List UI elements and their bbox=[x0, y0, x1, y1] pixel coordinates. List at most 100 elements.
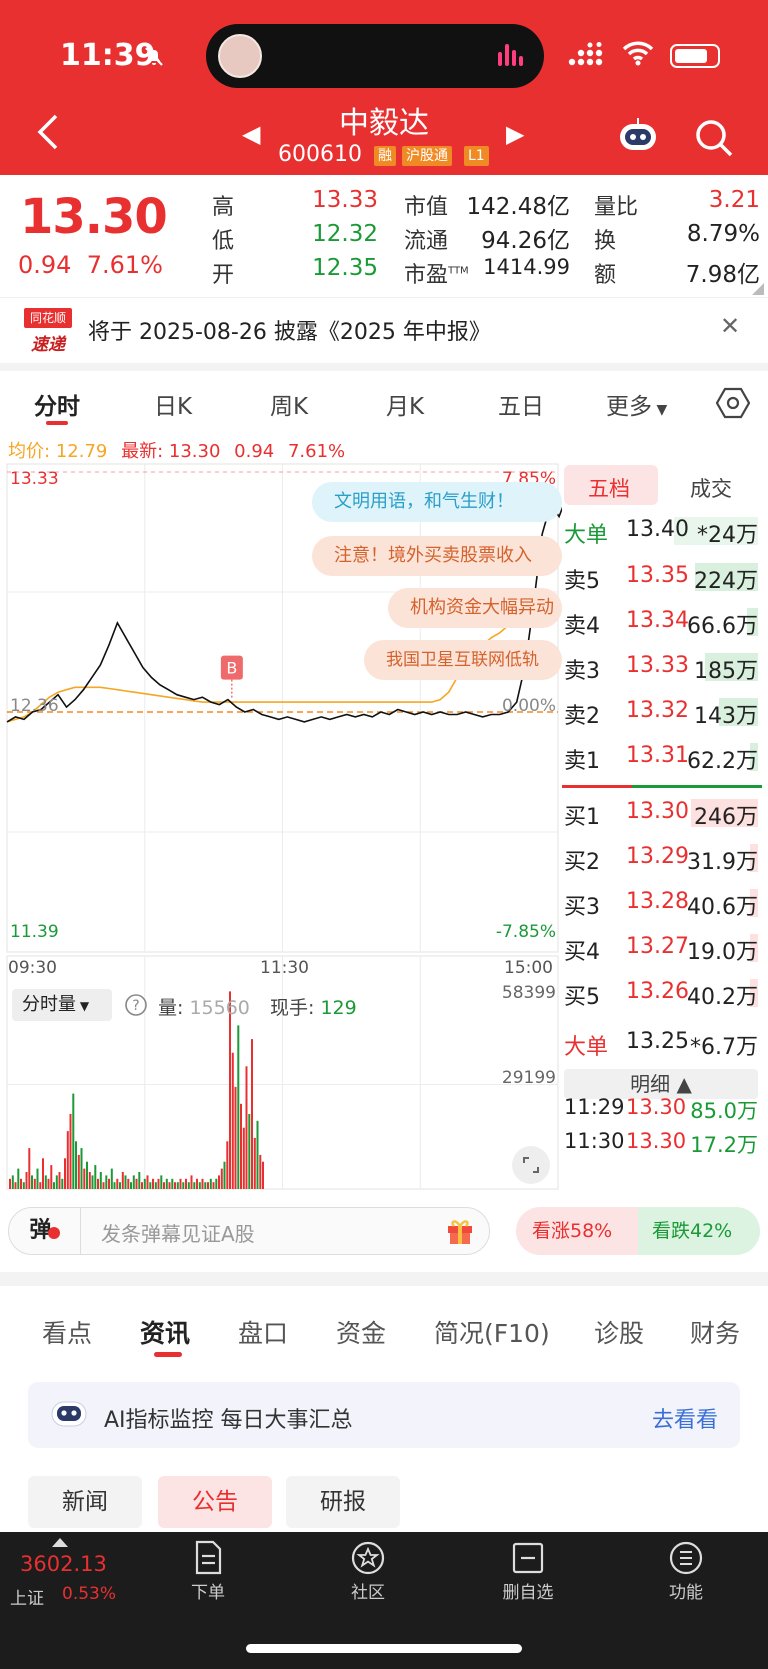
subtab-research[interactable]: 研报 bbox=[286, 1476, 400, 1528]
stat-high-label: 高 bbox=[212, 195, 235, 220]
audio-bars-icon bbox=[498, 44, 523, 66]
tab-five-level[interactable]: 五档 bbox=[588, 473, 630, 503]
danmu-input[interactable]: 弹 发条弹幕见证A股 bbox=[8, 1207, 490, 1255]
spread-bar-red bbox=[562, 785, 632, 788]
tab-intraday[interactable]: 分时 bbox=[34, 387, 80, 421]
tab-weekly-k[interactable]: 周K bbox=[270, 387, 308, 421]
vote-bearish-button[interactable]: 看跌42% bbox=[638, 1207, 760, 1255]
announcement-bar[interactable]: 同花顺 速递 将于 2025-08-26 披露《2025 年中报》 ✕ bbox=[0, 297, 768, 363]
x-label-noon: 11:30 bbox=[260, 958, 309, 978]
nav-community[interactable]: 社区 bbox=[318, 1538, 418, 1603]
volume-bar bbox=[262, 1161, 264, 1189]
volume-bar bbox=[187, 1182, 190, 1189]
big-order-sell-row: 大单 13.40 *24万 bbox=[564, 517, 758, 548]
tab-diagnosis[interactable]: 诊股 bbox=[594, 1314, 644, 1350]
volume-bar bbox=[171, 1178, 174, 1189]
y-label-mid: 12.36 bbox=[10, 696, 59, 716]
tab-profile-f10[interactable]: 简况(F10) bbox=[434, 1314, 550, 1350]
volume-bar bbox=[209, 1178, 212, 1189]
robot-assistant-icon[interactable] bbox=[616, 118, 660, 154]
volume-layer bbox=[9, 991, 264, 1189]
danmu-toggle-button[interactable]: 弹 bbox=[9, 1208, 81, 1254]
tab-monthly-k[interactable]: 月K bbox=[386, 387, 424, 421]
volume-bar bbox=[64, 1158, 66, 1189]
nav-remove-watchlist[interactable]: 删自选 bbox=[478, 1538, 578, 1603]
volume-bar bbox=[36, 1168, 39, 1189]
volume-bar bbox=[256, 1120, 259, 1189]
danmu-bubble[interactable]: 文明用语，和气生财！ bbox=[312, 482, 562, 522]
index-value[interactable]: 3602.13 bbox=[20, 1552, 107, 1576]
volume-bar bbox=[154, 1182, 157, 1189]
danmu-bubble[interactable]: 注意！境外买卖股票收入 bbox=[312, 536, 562, 576]
svg-text:?: ? bbox=[132, 998, 139, 1014]
y-right-bottom: -7.85% bbox=[495, 922, 556, 942]
volume-bar bbox=[116, 1178, 119, 1189]
y-label-top: 13.33 bbox=[10, 469, 59, 489]
tab-orderbook[interactable]: 盘口 bbox=[238, 1314, 288, 1350]
volume-bar bbox=[28, 1148, 31, 1189]
section-divider bbox=[0, 1272, 768, 1286]
volume-bar bbox=[42, 1158, 44, 1189]
next-stock-button[interactable]: ▶ bbox=[506, 120, 524, 148]
home-indicator bbox=[246, 1644, 522, 1653]
fullscreen-button[interactable] bbox=[512, 1146, 550, 1184]
search-icon[interactable] bbox=[694, 118, 734, 158]
subtab-announcements[interactable]: 公告 bbox=[158, 1476, 272, 1528]
bid-row: 买3 13.28 40.6万 bbox=[564, 889, 758, 920]
volume-bar bbox=[53, 1182, 55, 1189]
ai-go-link[interactable]: 去看看 bbox=[652, 1402, 718, 1434]
volume-bar bbox=[259, 1154, 262, 1189]
volume-bar bbox=[130, 1182, 132, 1189]
volume-bar bbox=[80, 1148, 83, 1189]
danmu-bubble[interactable]: 机构资金大幅异动 bbox=[388, 588, 562, 628]
announcement-text: 将于 2025-08-26 披露《2025 年中报》 bbox=[88, 320, 491, 345]
nav-functions[interactable]: 功能 bbox=[636, 1538, 736, 1603]
vote-bullish-button[interactable]: 看涨58% bbox=[516, 1207, 638, 1255]
ths-logo: 同花顺 速递 bbox=[24, 308, 72, 355]
tab-more[interactable]: 更多 ▼ bbox=[606, 387, 667, 421]
close-icon[interactable]: ✕ bbox=[720, 312, 740, 340]
ask-row: 卖2 13.32 143万 bbox=[564, 698, 758, 729]
volume-label: 量: 15560 bbox=[158, 997, 250, 1019]
tab-news[interactable]: 资讯 bbox=[140, 1314, 190, 1350]
volume-bar bbox=[240, 1103, 242, 1189]
danmu-bubble[interactable]: 我国卫星互联网低轨 bbox=[364, 640, 562, 680]
settings-hexagon-icon[interactable] bbox=[716, 387, 750, 419]
tab-trades[interactable]: 成交 bbox=[690, 473, 732, 503]
collapse-arrow-icon[interactable] bbox=[52, 1538, 68, 1547]
tab-financials[interactable]: 财务 bbox=[690, 1314, 740, 1350]
volume-bar bbox=[75, 1141, 77, 1189]
volume-bar bbox=[182, 1182, 185, 1189]
expand-corner-icon[interactable] bbox=[752, 283, 764, 295]
tab-highlights[interactable]: 看点 bbox=[42, 1314, 92, 1350]
ai-monitor-banner[interactable]: AI指标监控 每日大事汇总 去看看 bbox=[28, 1382, 740, 1448]
volume-y-mid: 29199 bbox=[501, 1068, 556, 1088]
volume-type-select[interactable]: 分时量 ▼ bbox=[12, 989, 112, 1021]
tab-daily-k[interactable]: 日K bbox=[154, 387, 192, 421]
volume-bar bbox=[237, 1025, 240, 1189]
gift-icon[interactable] bbox=[445, 1216, 475, 1246]
now-hand-label: 现手: 129 bbox=[270, 997, 357, 1019]
big-order-buy-row: 大单 13.25 *6.7万 bbox=[564, 1029, 758, 1060]
nav-order[interactable]: 下单 bbox=[158, 1538, 258, 1603]
tab-five-day[interactable]: 五日 bbox=[498, 387, 544, 421]
volume-bar bbox=[33, 1178, 36, 1189]
prev-stock-button[interactable]: ◀ bbox=[242, 120, 260, 148]
stat-amount-label: 额 bbox=[594, 263, 617, 288]
volume-bar bbox=[215, 1178, 218, 1189]
volume-bar bbox=[220, 1168, 223, 1189]
volume-bar bbox=[245, 1066, 248, 1189]
help-icon[interactable]: ? bbox=[124, 993, 148, 1017]
volume-bar bbox=[119, 1182, 121, 1189]
volume-bar bbox=[77, 1154, 80, 1189]
volume-bar bbox=[88, 1172, 91, 1189]
subtab-news[interactable]: 新闻 bbox=[28, 1476, 142, 1528]
price-change: 0.94 7.61% bbox=[18, 251, 163, 279]
volume-bar bbox=[149, 1182, 152, 1189]
volume-bar bbox=[143, 1178, 146, 1189]
stock-code: 600610 bbox=[278, 142, 362, 167]
order-icon bbox=[195, 1540, 222, 1575]
stat-float-label: 流通 bbox=[404, 229, 449, 254]
tab-funds[interactable]: 资金 bbox=[336, 1314, 386, 1350]
community-star-icon bbox=[351, 1541, 385, 1575]
